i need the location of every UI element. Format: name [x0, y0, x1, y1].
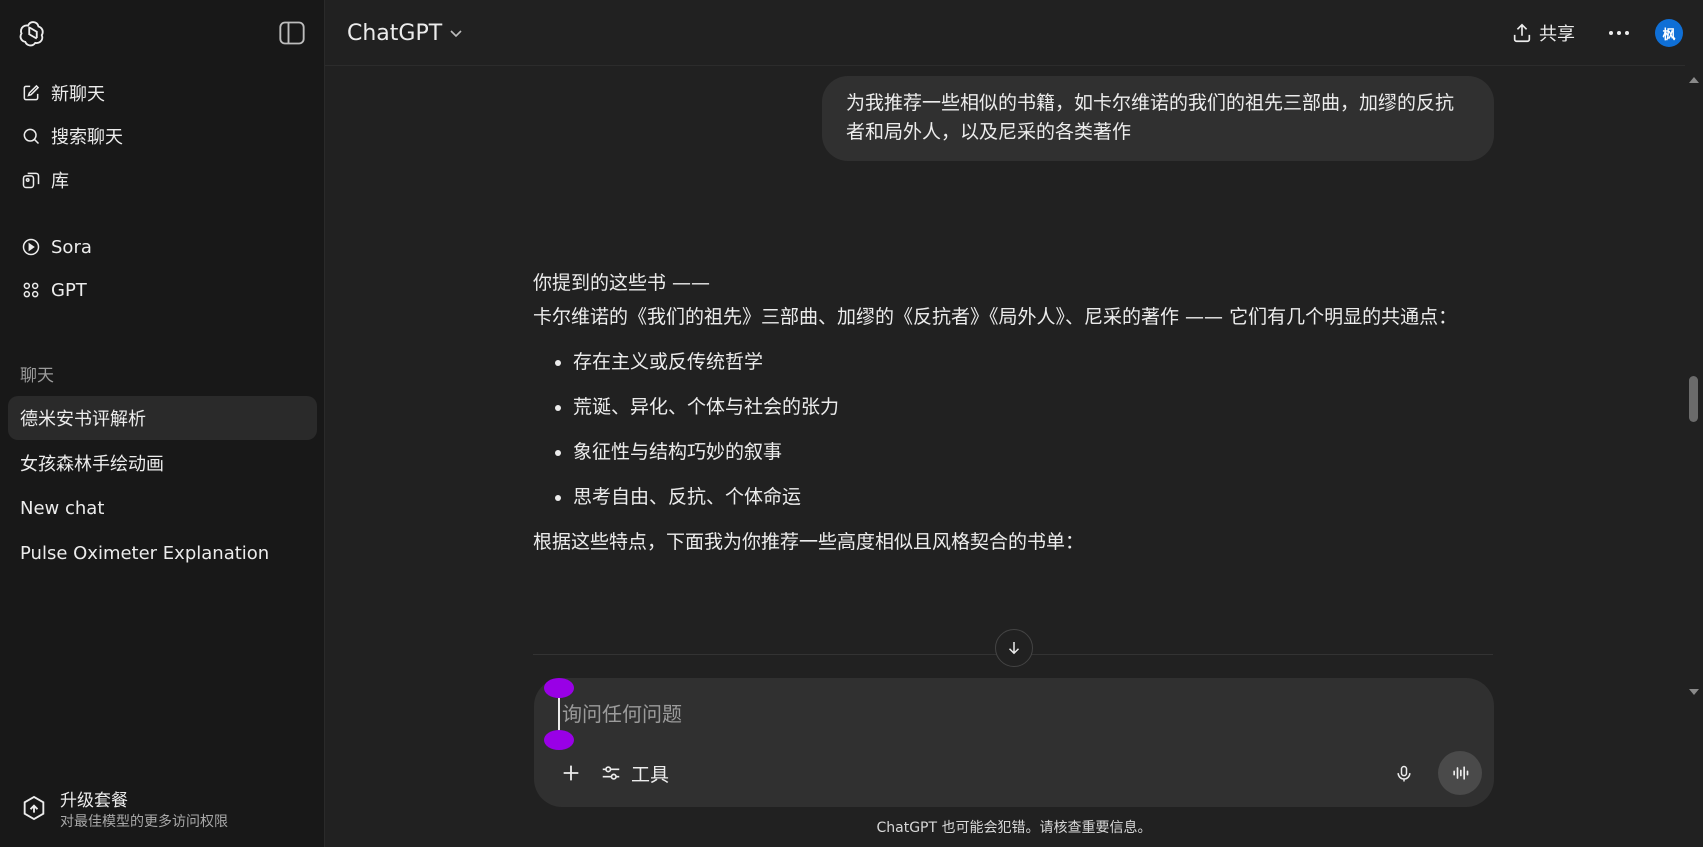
chevron-down-icon	[450, 30, 462, 38]
sidebar-item-gpt[interactable]: GPT	[8, 268, 317, 312]
sidebar-item-label: 新聊天	[51, 84, 105, 105]
assistant-closing-line: 根据这些特点，下面我为你推荐一些高度相似且风格契合的书单：	[533, 531, 1085, 553]
assistant-intro-line: 你提到的这些书 ——	[533, 272, 711, 294]
sidebar-item-label: 搜索聊天	[51, 127, 123, 148]
selection-handle-bottom[interactable]	[544, 730, 574, 750]
voice-waveform-icon	[1453, 766, 1469, 780]
upgrade-subtitle: 对最佳模型的更多访问权限	[60, 814, 228, 830]
share-label: 共享	[1539, 24, 1575, 45]
sidebar-item-label: 库	[51, 171, 69, 192]
sidebar: 新聊天 搜索聊天 库 Sora GPT 聊天 德米安书评解析 女孩森林手绘动画 …	[0, 0, 325, 847]
voice-mode-button[interactable]	[1438, 751, 1482, 795]
search-icon	[20, 125, 42, 147]
sidebar-item-search[interactable]: 搜索聊天	[8, 114, 317, 158]
scroll-up-arrow-icon[interactable]	[1688, 74, 1700, 86]
upgrade-icon	[23, 795, 45, 821]
user-avatar[interactable]: 枫	[1655, 19, 1683, 47]
arrow-down-icon	[1008, 642, 1020, 655]
dictate-button[interactable]	[1389, 759, 1419, 789]
upgrade-plan-button[interactable]: 升级套餐 对最佳模型的更多访问权限	[8, 778, 317, 836]
chats-section-title: 聊天	[20, 366, 54, 386]
chat-item[interactable]: 女孩森林手绘动画	[8, 441, 317, 485]
sidebar-toggle-icon[interactable]	[278, 20, 306, 46]
sidebar-item-sora[interactable]: Sora	[8, 225, 317, 269]
chat-item-label: 女孩森林手绘动画	[20, 454, 164, 475]
list-item: 象征性与结构巧妙的叙事	[573, 435, 1493, 469]
microphone-icon	[1397, 765, 1411, 782]
sliders-icon	[602, 766, 620, 780]
sidebar-item-label: Sora	[51, 236, 92, 258]
assistant-intro-line: 卡尔维诺的《我们的祖先》三部曲、加缪的《反抗者》《局外人》、尼采的著作 —— 它…	[533, 306, 1458, 328]
plus-icon	[563, 765, 579, 781]
scroll-down-arrow-icon[interactable]	[1688, 686, 1700, 698]
sidebar-item-library[interactable]: 库	[8, 158, 317, 202]
tools-button[interactable]: 工具	[600, 757, 669, 789]
chat-item[interactable]: Pulse Oximeter Explanation	[8, 531, 317, 575]
selection-handle-top[interactable]	[544, 678, 574, 698]
top-header: ChatGPT 共享 枫	[325, 0, 1703, 66]
tools-label: 工具	[631, 763, 670, 786]
list-item: 存在主义或反传统哲学	[573, 345, 1493, 379]
disclaimer-text: ChatGPT 也可能会犯错。请核查重要信息。	[876, 820, 1152, 836]
more-options-button[interactable]	[1603, 18, 1635, 48]
list-item: 荒诞、异化、个体与社会的张力	[573, 390, 1493, 424]
sidebar-item-new-chat[interactable]: 新聊天	[8, 71, 317, 115]
chat-item[interactable]: 德米安书评解析	[8, 396, 317, 440]
openai-logo-icon[interactable]	[18, 18, 48, 48]
model-selector[interactable]: ChatGPT	[347, 16, 464, 50]
more-horizontal-icon	[1609, 31, 1629, 35]
scroll-to-bottom-button[interactable]	[995, 629, 1033, 667]
play-icon	[20, 236, 42, 258]
gpt-grid-icon	[20, 279, 42, 301]
sidebar-top	[0, 0, 325, 66]
user-message-bubble: 为我推荐一些相似的书籍，如卡尔维诺的我们的祖先三部曲，加缪的反抗者和局外人，以及…	[822, 76, 1494, 161]
assistant-message: 你提到的这些书 —— 卡尔维诺的《我们的祖先》三部曲、加缪的《反抗者》《局外人》…	[533, 266, 1493, 559]
share-button[interactable]: 共享	[1511, 17, 1575, 49]
new-chat-icon	[20, 82, 42, 104]
model-name: ChatGPT	[347, 20, 443, 46]
chat-item-label: Pulse Oximeter Explanation	[20, 542, 270, 564]
scrollbar-thumb[interactable]	[1689, 376, 1698, 422]
attach-button[interactable]	[556, 758, 586, 788]
assistant-bullet-list: 存在主义或反传统哲学 荒诞、异化、个体与社会的张力 象征性与结构巧妙的叙事 思考…	[533, 345, 1493, 514]
share-icon	[1513, 23, 1531, 43]
list-item: 思考自由、反抗、个体命运	[573, 480, 1493, 514]
prompt-input[interactable]: 询问任何问题	[558, 697, 1442, 731]
chat-item-label: New chat	[20, 497, 105, 519]
upgrade-title: 升级套餐	[60, 791, 128, 811]
chat-item-label: 德米安书评解析	[20, 409, 146, 430]
header-divider	[325, 65, 1685, 66]
chat-item[interactable]: New chat	[8, 486, 317, 530]
library-icon	[20, 169, 42, 191]
sidebar-item-label: GPT	[51, 279, 87, 301]
message-composer: 询问任何问题 工具	[534, 678, 1494, 807]
